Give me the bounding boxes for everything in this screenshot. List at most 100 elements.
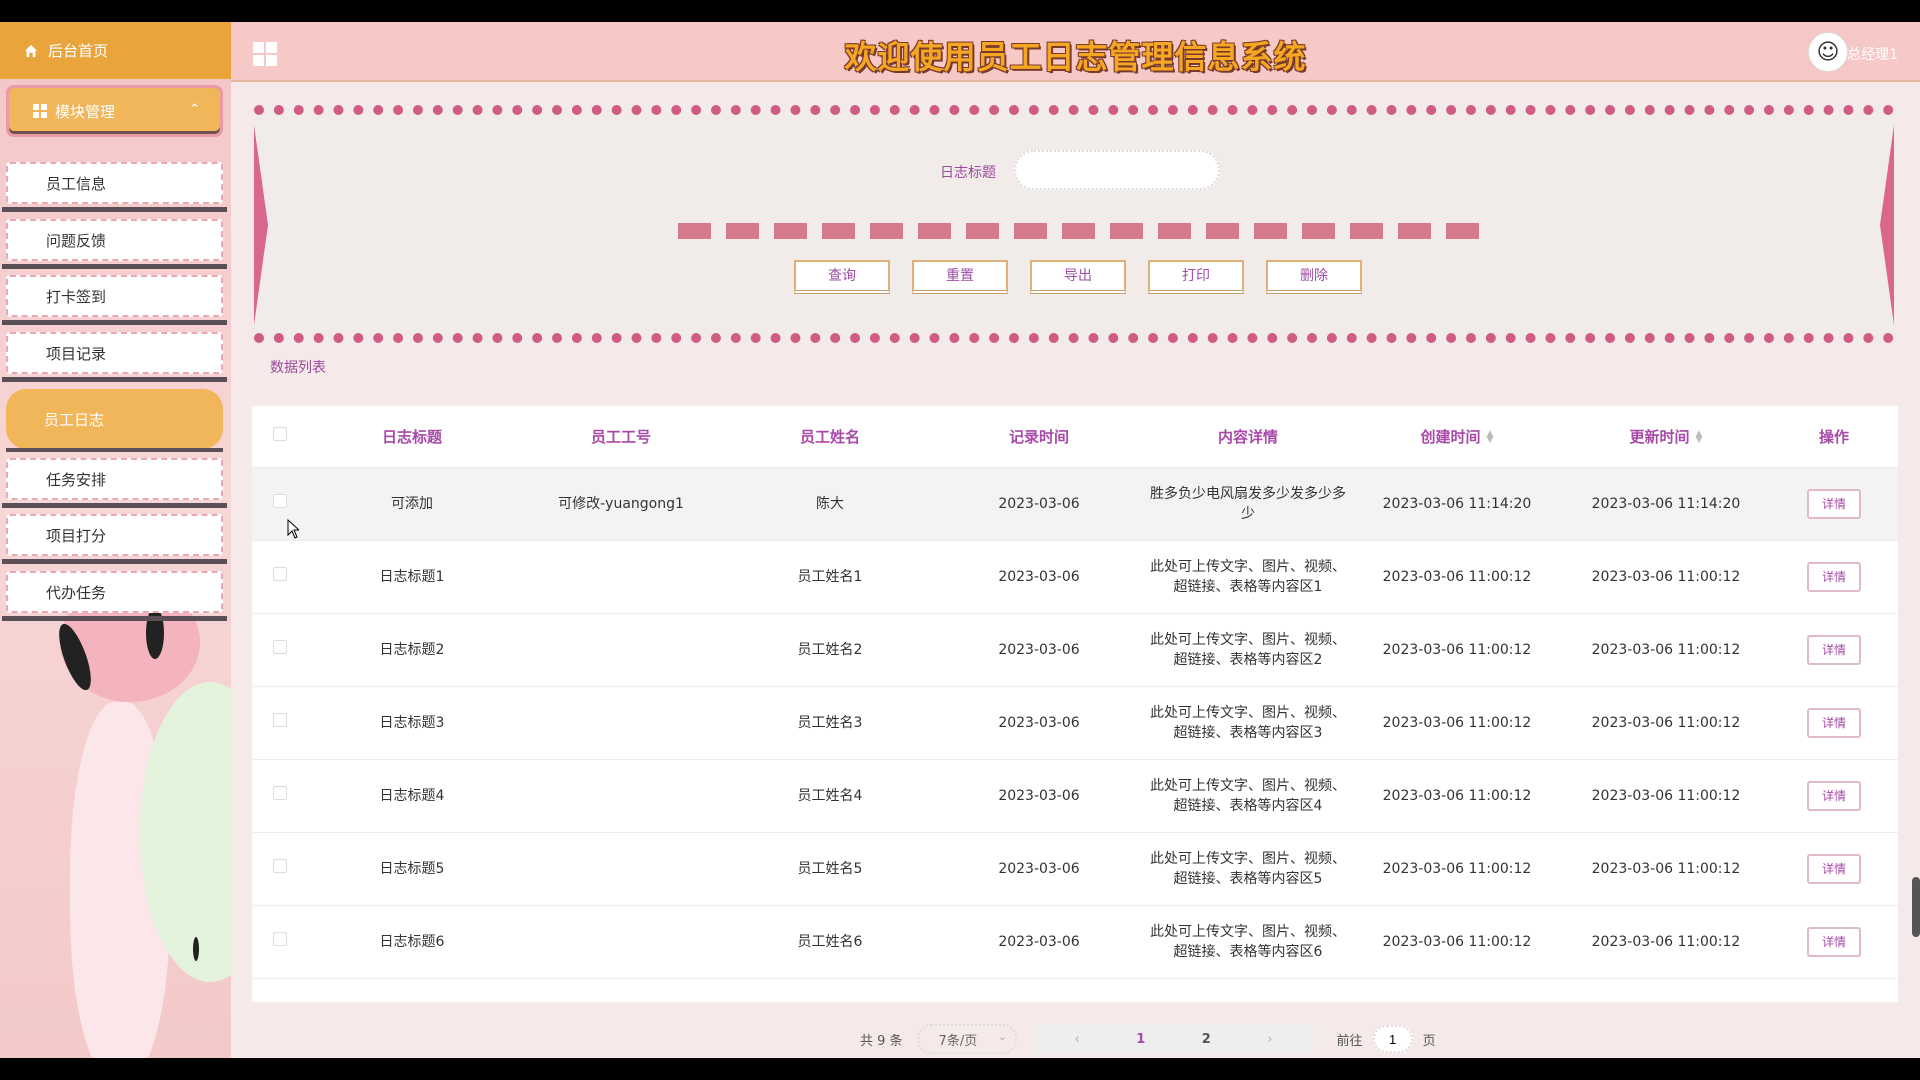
cell-created: 2023-03-06 11:00:12 [1352,759,1562,833]
sidebar-home-label: 后台首页 [48,42,109,60]
cell-emp-name: 员工姓名6 [726,905,934,979]
sidebar-home[interactable]: 后台首页 [0,22,231,79]
sort-icon[interactable]: ▲ ▼ [1487,430,1494,445]
goto-suffix: 页 [1422,1033,1436,1049]
sidebar-item-check-in[interactable]: 打卡签到 [2,275,227,325]
table-row: 日志标题5 员工姓名5 2023-03-06 此处可上传文字、图片、视频、超链接、表格… [252,832,1898,906]
cell-created: 2023-03-06 11:00:12 [1352,832,1562,906]
column-header-sortable[interactable]: 创建时间 ▲ ▼ [1352,406,1562,468]
page-size-select[interactable]: 7条/页 ⌄ [916,1024,1017,1054]
cell-content: 此处可上传文字、图片、视频、超链接、表格等内容区2 [1144,613,1352,687]
cell-emp-name: 陈大 [726,467,934,541]
column-header: 操作 [1770,406,1898,468]
home-icon [24,44,38,57]
cell-updated: 2023-03-06 11:00:12 [1562,832,1770,906]
cell-emp-no [516,613,726,687]
search-panel: 日志标题 查询 重置 导出 打印 删除 [254,105,1894,343]
cell-title: 日志标题5 [308,832,516,906]
sidebar-item-label: 问题反馈 [46,231,107,250]
user-name[interactable]: 总经理1 [1847,44,1898,64]
sort-icon[interactable]: ▲ ▼ [1696,430,1703,445]
cell-title: 日志标题4 [308,759,516,833]
page-number[interactable]: 1 [1136,1032,1145,1047]
sidebar-module-label: 模块管理 [55,102,116,121]
print-button[interactable]: 打印 [1148,260,1244,294]
row-checkbox[interactable] [273,712,287,727]
app-screen: 后台首页 模块管理 ⌃ 员工信息 问题反馈 打卡签到 项目记录 员工日志 任务安… [0,22,1920,1058]
sidebar-module-toggle[interactable]: 模块管理 ⌃ [6,85,223,137]
cell-emp-no [516,832,726,906]
row-checkbox[interactable] [273,639,287,654]
cell-updated: 2023-03-06 11:00:12 [1562,540,1770,614]
query-button[interactable]: 查询 [794,260,890,294]
row-checkbox[interactable] [273,931,287,946]
row-checkbox[interactable] [273,785,287,800]
sidebar-item-employee-info[interactable]: 员工信息 [2,162,227,212]
detail-button[interactable]: 详情 [1807,707,1861,738]
cell-updated: 2023-03-06 11:00:12 [1562,613,1770,687]
cell-title: 日志标题6 [308,905,516,979]
detail-button[interactable]: 详情 [1807,634,1861,665]
sidebar-item-project-scoring[interactable]: 项目打分 [2,514,227,564]
sidebar-item-label: 项目打分 [46,526,107,545]
prev-page-icon[interactable]: ‹ [1075,1032,1080,1047]
sidebar-item-todo-tasks[interactable]: 代办任务 [2,571,227,621]
select-all-checkbox[interactable] [273,427,287,442]
page-number[interactable]: 2 [1202,1032,1211,1047]
sidebar-decoration [146,607,164,659]
avatar[interactable]: ☺ [1808,32,1848,72]
cell-created: 2023-03-06 11:00:12 [1352,686,1562,760]
panel-decoration [254,125,268,325]
sidebar-decoration [193,937,199,961]
reset-button[interactable]: 重置 [912,260,1008,294]
cell-emp-no: 可修改-yuangong1 [516,467,726,541]
log-title-input[interactable] [1014,150,1220,190]
cell-record-time: 2023-03-06 [934,613,1144,687]
sidebar-item-task-schedule[interactable]: 任务安排 [2,458,227,508]
table-row: 日志标题2 员工姓名2 2023-03-06 此处可上传文字、图片、视频、超链接、表格… [252,613,1898,687]
column-header-sortable[interactable]: 更新时间 ▲ ▼ [1562,406,1770,468]
column-header-label: 创建时间 [1420,427,1481,446]
sidebar-item-project-records[interactable]: 项目记录 [2,332,227,382]
next-page-icon[interactable]: › [1267,1032,1272,1047]
row-checkbox[interactable] [273,493,287,508]
cell-updated: 2023-03-06 11:14:20 [1562,467,1770,541]
export-button[interactable]: 导出 [1030,260,1126,294]
detail-button[interactable]: 详情 [1807,561,1861,592]
action-buttons: 查询 重置 导出 打印 删除 [794,260,1362,294]
table-row: 可添加 可修改-yuangong1 陈大 2023-03-06 胜多负少电风扇发多少发多… [252,467,1898,541]
delete-button[interactable]: 删除 [1266,260,1362,294]
column-header: 内容详情 [1144,406,1352,468]
detail-button[interactable]: 详情 [1807,926,1861,957]
cell-emp-name: 员工姓名4 [726,759,934,833]
goto-page-input[interactable] [1372,1025,1413,1053]
column-header: 员工姓名 [726,406,934,468]
table-row: 日志标题1 员工姓名1 2023-03-06 此处可上传文字、图片、视频、超链接、表格… [252,540,1898,614]
sidebar-item-label: 任务安排 [46,470,107,489]
cell-updated: 2023-03-06 11:00:12 [1562,759,1770,833]
sidebar: 后台首页 模块管理 ⌃ 员工信息 问题反馈 打卡签到 项目记录 员工日志 任务安… [0,22,231,1058]
detail-button[interactable]: 详情 [1807,488,1861,519]
data-table: 日志标题 员工工号 员工姓名 记录时间 内容详情 创建时间 ▲ ▼ 更新时间 ▲ ▼ 操… [252,406,1898,1002]
cell-created: 2023-03-06 11:00:12 [1352,905,1562,979]
detail-button[interactable]: 详情 [1807,780,1861,811]
detail-button[interactable]: 详情 [1807,853,1861,884]
panel-divider [678,223,1479,239]
cell-updated: 2023-03-06 11:00:12 [1562,686,1770,760]
sidebar-item-employee-log[interactable]: 员工日志 [6,389,223,452]
row-checkbox[interactable] [273,566,287,581]
scrollbar[interactable] [1912,877,1920,937]
row-checkbox[interactable] [273,858,287,873]
chevron-down-icon: ⌄ [998,1032,1007,1043]
cell-record-time: 2023-03-06 [934,905,1144,979]
column-header: 记录时间 [934,406,1144,468]
cell-emp-name: 员工姓名5 [726,832,934,906]
sidebar-item-label: 项目记录 [46,344,107,363]
sidebar-item-feedback[interactable]: 问题反馈 [2,219,227,269]
total-count: 共 9 条 [860,1033,903,1049]
cell-created: 2023-03-06 11:00:12 [1352,540,1562,614]
grid-icon [33,104,47,118]
cell-title: 日志标题3 [308,686,516,760]
table-row: 日志标题3 员工姓名3 2023-03-06 此处可上传文字、图片、视频、超链接、表格… [252,686,1898,760]
pagination: 共 9 条 7条/页 ⌄ ‹ 1 2 › 前往 页 [860,1022,1436,1056]
